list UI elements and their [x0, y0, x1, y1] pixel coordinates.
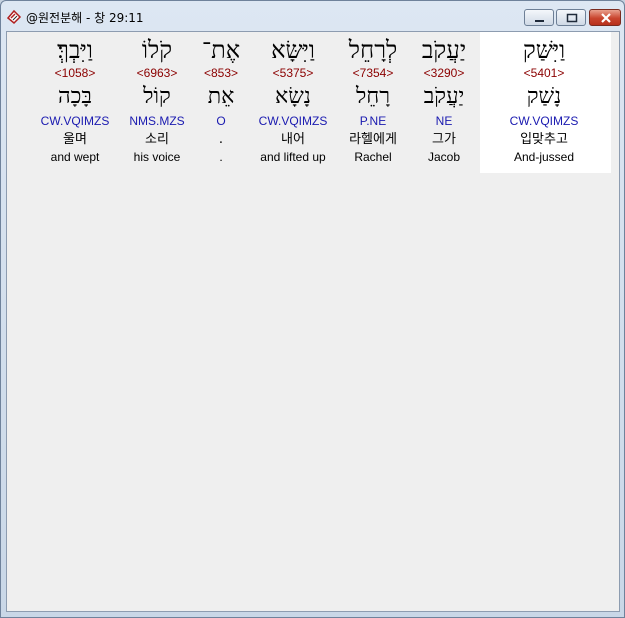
- lexical-form: קוֹל: [143, 84, 171, 109]
- korean-gloss: 울며: [63, 132, 87, 147]
- strong-number[interactable]: <6963>: [122, 66, 192, 80]
- parsing-code: NE: [435, 114, 453, 128]
- korean-gloss: .: [218, 132, 224, 147]
- korean-gloss: 내어: [281, 132, 305, 147]
- korean-gloss: 소리: [145, 132, 169, 147]
- parsing-code: P.NE: [359, 114, 387, 128]
- hebrew-word: וַיִּשַּׁק: [522, 36, 566, 64]
- parsing-code: CW.VQIMZS: [509, 114, 579, 128]
- lexical-form: נָשָׂא: [275, 84, 311, 109]
- english-gloss: And-jussed: [513, 150, 575, 164]
- strong-number[interactable]: <853>: [197, 66, 245, 80]
- lexical-form: אֵת: [207, 84, 235, 109]
- minimize-button[interactable]: [524, 9, 554, 26]
- window-title: @원전분해 - 창 29:11: [26, 11, 144, 25]
- lexical-form: בָּכָה: [57, 84, 92, 109]
- hebrew-word: וַיִּשָּׂא: [271, 36, 315, 64]
- parsing-code: CW.VQIMZS: [258, 114, 328, 128]
- hebrew-word: לְרָחֵל: [348, 36, 398, 64]
- strong-number[interactable]: <5375>: [250, 66, 336, 80]
- title-bar[interactable]: @원전분해 - 창 29:11: [1, 1, 624, 31]
- hebrew-word: וַיִּבְךְּ׃: [57, 36, 93, 64]
- hebrew-word: אֶת־: [201, 36, 241, 64]
- hebrew-word: קֹלוֹ: [141, 36, 173, 64]
- app-logo-icon: [6, 9, 22, 25]
- english-gloss: his voice: [133, 150, 181, 164]
- english-gloss: and lifted up: [260, 150, 326, 164]
- english-gloss: and wept: [50, 150, 100, 164]
- parsing-code: NMS.MZS: [129, 114, 185, 128]
- strong-number[interactable]: <1058>: [35, 66, 115, 80]
- strong-number[interactable]: <5401>: [491, 66, 597, 80]
- app-window: @원전분해 - 창 29:11 וַיִּבְךְּ׃ <1058> בָּכָ…: [0, 0, 625, 618]
- strong-number[interactable]: <7354>: [340, 66, 406, 80]
- maximize-button[interactable]: [556, 9, 586, 26]
- hebrew-word: יַעֲקֹב: [421, 36, 467, 64]
- lexical-form: נָשַׁק: [526, 84, 562, 109]
- lexical-form: יַעֲקֹב: [423, 84, 465, 109]
- lexical-form: רָחֵל: [355, 84, 391, 109]
- parsing-code: O: [216, 114, 226, 128]
- korean-gloss: 그가: [432, 132, 456, 147]
- close-button[interactable]: [589, 9, 621, 26]
- korean-gloss: 라헬에게: [349, 132, 397, 147]
- word-analysis-panel: וַיִּבְךְּ׃ <1058> בָּכָה CW.VQIMZS 울며 a…: [6, 31, 620, 612]
- english-gloss: .: [219, 150, 223, 164]
- strong-number[interactable]: <3290>: [413, 66, 475, 80]
- korean-gloss: 입맞추고: [520, 132, 568, 147]
- english-gloss: Rachel: [354, 150, 392, 164]
- parsing-code: CW.VQIMZS: [40, 114, 110, 128]
- english-gloss: Jacob: [427, 150, 461, 164]
